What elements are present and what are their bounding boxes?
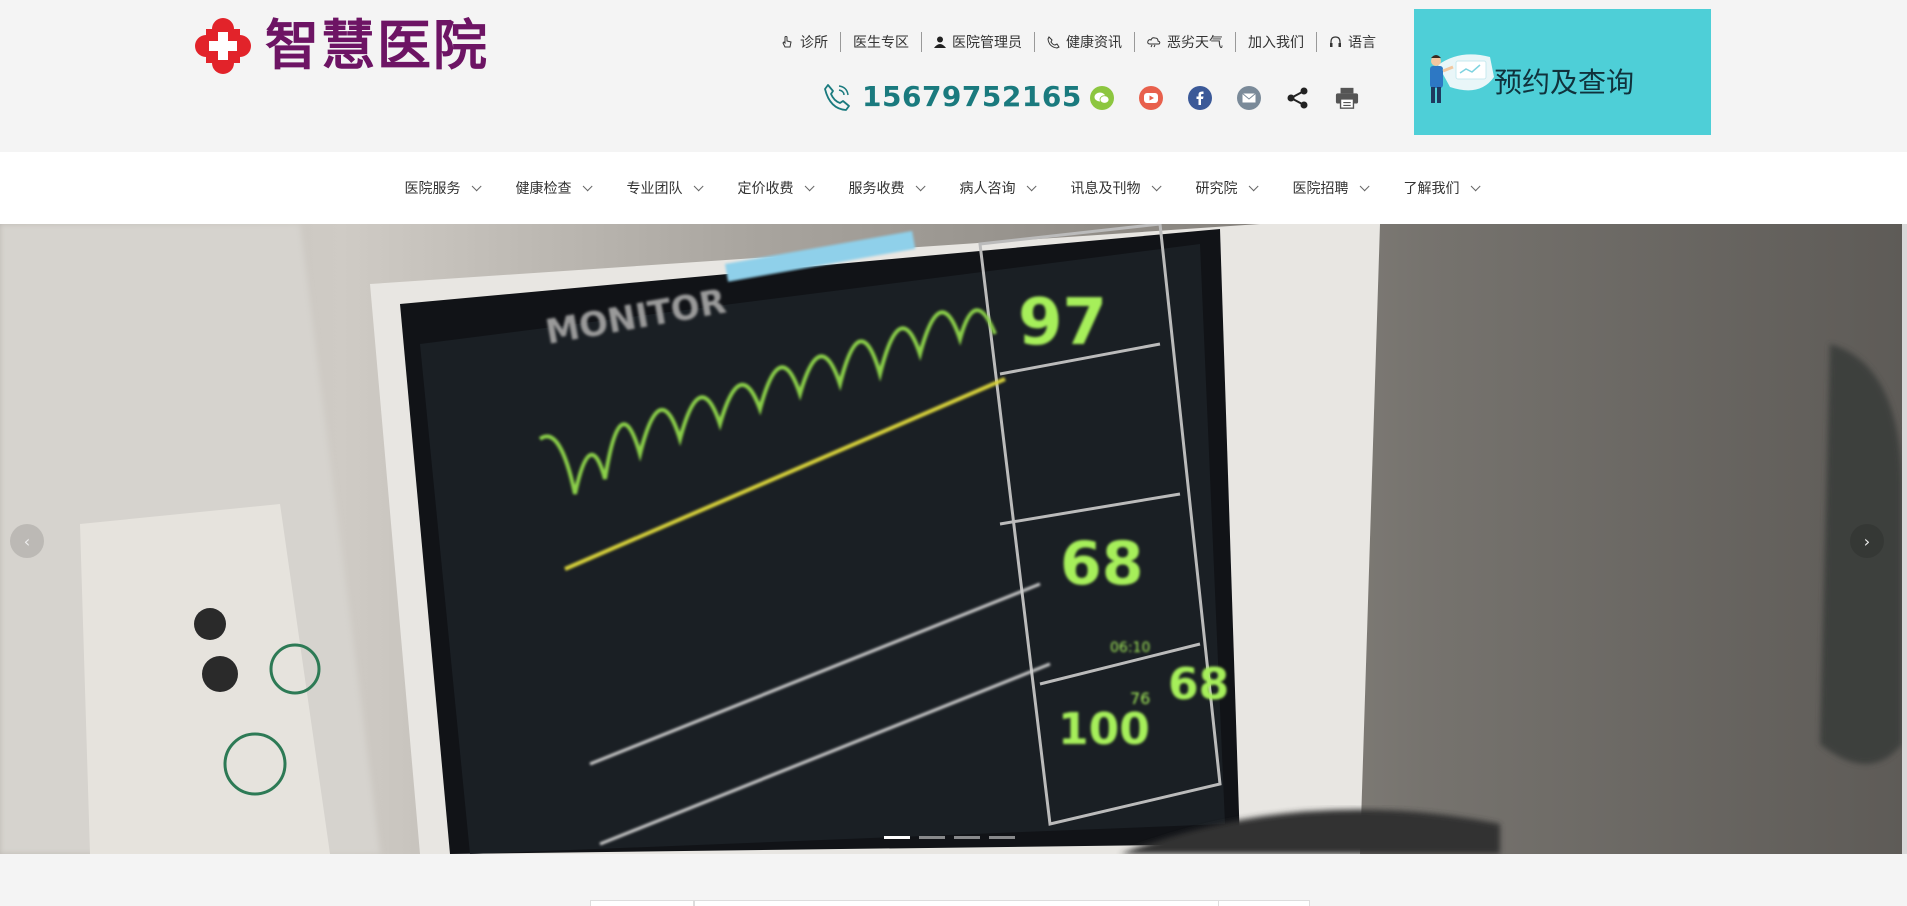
facebook-icon[interactable] [1188, 86, 1212, 110]
share-icon[interactable] [1286, 86, 1310, 110]
nav-item-news-publications[interactable]: 讯息及刊物 [1070, 178, 1162, 198]
phone-icon [824, 83, 850, 111]
nav-label: 服务收费 [848, 181, 905, 197]
toplink-clinic[interactable]: 诊所 [780, 32, 840, 52]
site-header: 智慧医院 诊所 医生专区 医院管理员 健康资讯 恶劣天气 加入我们 语言 156… [0, 0, 1907, 152]
social-links [1090, 86, 1384, 110]
nav-item-patient-inquiry[interactable]: 病人咨询 [959, 178, 1037, 198]
chevron-down-icon [1470, 180, 1481, 191]
chevron-down-icon [1248, 180, 1259, 191]
top-links: 诊所 医生专区 医院管理员 健康资讯 恶劣天气 加入我们 语言 [780, 32, 1388, 52]
toplink-weather[interactable]: 恶劣天气 [1134, 32, 1235, 52]
nav-item-health-check[interactable]: 健康检查 [515, 178, 593, 198]
doctor-illustration-icon [1430, 54, 1494, 103]
chevron-down-icon [582, 180, 593, 191]
nav-item-service-fees[interactable]: 服务收费 [848, 178, 926, 198]
youtube-icon[interactable] [1139, 86, 1163, 110]
carousel-next-button[interactable]: › [1850, 524, 1884, 558]
toplink-label: 语言 [1348, 35, 1376, 51]
nav-label: 医院招聘 [1292, 181, 1349, 197]
nav-item-recruitment[interactable]: 医院招聘 [1292, 178, 1370, 198]
toplink-label: 医院管理员 [952, 35, 1022, 51]
phone-number: 15679752165 [862, 80, 1082, 113]
toplink-health-news[interactable]: 健康资讯 [1034, 32, 1134, 52]
nav-label: 专业团队 [626, 181, 683, 197]
nav-label: 医院服务 [404, 181, 461, 197]
pr-readout: 68 [1168, 659, 1229, 710]
content-tab[interactable] [590, 900, 694, 906]
toplink-label: 健康资讯 [1066, 35, 1122, 51]
toplink-admin[interactable]: 医院管理员 [921, 32, 1034, 52]
carousel-dot[interactable] [884, 836, 910, 839]
hand-pointer-icon [782, 36, 792, 48]
nav-item-about-us[interactable]: 了解我们 [1403, 178, 1481, 198]
nav-label: 研究院 [1195, 181, 1238, 197]
nav-item-professional-team[interactable]: 专业团队 [626, 178, 704, 198]
chevron-down-icon [915, 180, 926, 191]
nav-item-research-institute[interactable]: 研究院 [1195, 178, 1259, 198]
content-area [0, 854, 1907, 906]
main-nav: 医院服务 健康检查 专业团队 定价收费 服务收费 病人咨询 讯息及刊物 研究院 … [0, 152, 1907, 224]
phone-block[interactable]: 15679752165 [822, 80, 1082, 113]
toplink-doctor-zone[interactable]: 医生专区 [840, 32, 921, 52]
carousel-dot[interactable] [954, 836, 980, 839]
chevron-down-icon [471, 180, 482, 191]
carousel-prev-button[interactable]: ‹ [10, 524, 44, 558]
nav-label: 讯息及刊物 [1070, 181, 1141, 197]
appointment-label: 预约及查询 [1494, 66, 1635, 99]
toplink-label: 医生专区 [853, 35, 909, 51]
toplink-label: 恶劣天气 [1167, 35, 1223, 51]
red-cross-logo-icon [195, 18, 251, 74]
site-title: 智慧医院 [265, 14, 489, 77]
carousel-dot[interactable] [989, 836, 1015, 839]
headset-icon [1330, 35, 1341, 47]
nav-label: 了解我们 [1403, 181, 1460, 197]
nibp-readout: 100 [1058, 704, 1150, 755]
carousel-indicators [884, 836, 1024, 839]
nav-label: 定价收费 [737, 181, 794, 197]
ecg-readout: 68 [1060, 529, 1144, 599]
carousel-dot[interactable] [919, 836, 945, 839]
chevron-down-icon [1359, 180, 1370, 191]
user-icon [934, 36, 946, 48]
chevron-down-icon [693, 180, 704, 191]
toplink-label: 加入我们 [1248, 35, 1304, 51]
toplink-language[interactable]: 语言 [1316, 32, 1388, 52]
nav-item-hospital-services[interactable]: 医院服务 [404, 178, 482, 198]
phone-small-icon [1047, 35, 1060, 49]
patient-monitor-image: MONITOR 97 68 100 76 68 06:10 [0, 224, 1902, 854]
chevron-right-icon: › [1863, 531, 1871, 551]
toplink-join-us[interactable]: 加入我们 [1235, 32, 1316, 52]
nav-item-pricing[interactable]: 定价收费 [737, 178, 815, 198]
site-logo[interactable]: 智慧医院 [195, 14, 489, 78]
print-icon[interactable] [1335, 86, 1359, 110]
chevron-down-icon [804, 180, 815, 191]
hero-carousel[interactable]: MONITOR 97 68 100 76 68 06:10 [0, 224, 1902, 854]
content-panel [694, 900, 1278, 906]
chevron-left-icon: ‹ [23, 531, 31, 551]
chevron-down-icon [1151, 180, 1162, 191]
time-readout: 06:10 [1110, 640, 1150, 656]
appointment-banner[interactable]: 预约及查询 [1414, 9, 1711, 135]
nibp-low-readout: 76 [1130, 689, 1150, 708]
mail-icon[interactable] [1237, 86, 1261, 110]
nav-label: 健康检查 [515, 181, 572, 197]
spo2-readout: 97 [1018, 286, 1107, 360]
page-scrollbar[interactable] [1902, 224, 1907, 854]
nav-label: 病人咨询 [959, 181, 1016, 197]
content-tab[interactable] [1218, 900, 1310, 906]
chevron-down-icon [1026, 180, 1037, 191]
toplink-label: 诊所 [800, 35, 828, 51]
cloud-icon [1147, 37, 1161, 48]
wechat-icon[interactable] [1090, 86, 1114, 110]
